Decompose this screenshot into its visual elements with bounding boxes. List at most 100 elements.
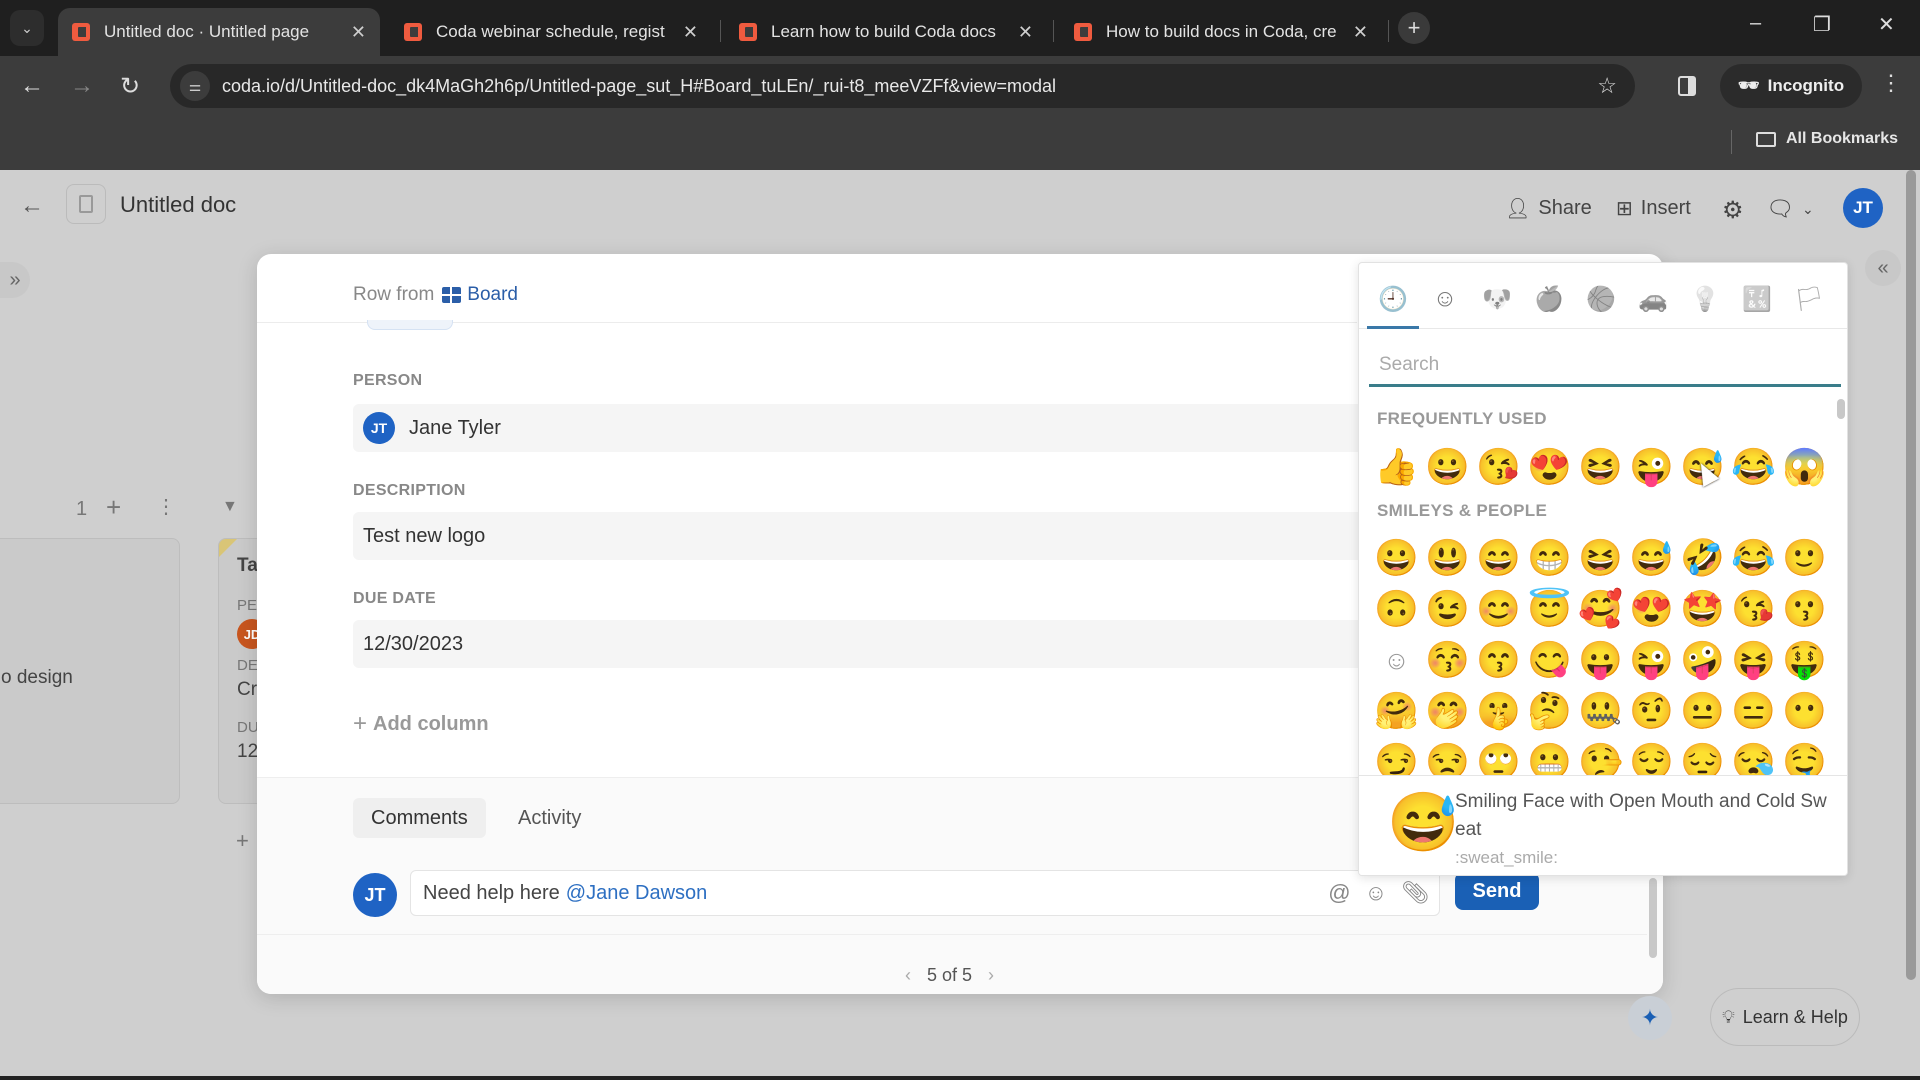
- emoji-button[interactable]: 🙂: [1779, 533, 1830, 583]
- reload-button[interactable]: ↻: [120, 72, 140, 101]
- all-bookmarks-button[interactable]: All Bookmarks: [1756, 130, 1898, 148]
- share-button[interactable]: 👤︎ Share: [1505, 196, 1592, 221]
- address-bar[interactable]: ⚌ coda.io/d/Untitled-doc_dk4MaGh2h6p/Unt…: [170, 64, 1635, 108]
- back-button[interactable]: ←: [20, 72, 44, 100]
- collapse-group-icon[interactable]: ▼: [222, 498, 238, 516]
- url-text[interactable]: coda.io/d/Untitled-doc_dk4MaGh2h6p/Untit…: [222, 76, 1056, 97]
- emoji-button[interactable]: 😱: [1779, 442, 1830, 492]
- browser-tab-1[interactable]: Untitled doc · Untitled page ✕: [58, 8, 380, 56]
- emoji-button[interactable]: 😐: [1677, 686, 1728, 736]
- emoji-button[interactable]: 😂: [1728, 533, 1779, 583]
- emoji-button[interactable]: 😀: [1371, 533, 1422, 583]
- category-travel-icon[interactable]: 🚗: [1635, 281, 1671, 317]
- emoji-button[interactable]: 😑: [1728, 686, 1779, 736]
- browser-menu-button[interactable]: ⋮: [1880, 70, 1902, 96]
- emoji-scrollbar[interactable]: [1837, 399, 1845, 419]
- category-animals-icon[interactable]: 🐶: [1479, 281, 1515, 317]
- doc-title[interactable]: Untitled doc: [120, 192, 236, 218]
- browser-tab-3[interactable]: Learn how to build Coda docs ✕: [725, 8, 1047, 56]
- emoji-button[interactable]: 😅: [1626, 533, 1677, 583]
- close-icon[interactable]: ✕: [351, 22, 366, 43]
- doc-page-icon[interactable]: [66, 184, 106, 224]
- emoji-button[interactable]: 😊: [1473, 584, 1524, 634]
- emoji-button[interactable]: 🤣: [1677, 533, 1728, 583]
- learn-help-button[interactable]: 💡︎ Learn & Help: [1710, 988, 1860, 1046]
- add-card-button[interactable]: +: [236, 828, 249, 854]
- browser-tab-4[interactable]: How to build docs in Coda, cre ✕: [1060, 8, 1382, 56]
- emoji-button[interactable]: 🤪: [1677, 635, 1728, 685]
- emoji-button[interactable]: 😶: [1779, 686, 1830, 736]
- tab-list-button[interactable]: ⌄: [10, 10, 44, 46]
- page-scrollbar[interactable]: [1906, 170, 1916, 980]
- emoji-button[interactable]: 🤐: [1575, 686, 1626, 736]
- emoji-button[interactable]: 😚: [1422, 635, 1473, 685]
- person-field[interactable]: JT Jane Tyler: [353, 404, 1363, 452]
- table-link[interactable]: Board: [442, 284, 518, 306]
- emoji-button[interactable]: 😛: [1575, 635, 1626, 685]
- browser-tab-2[interactable]: Coda webinar schedule, regist ✕: [390, 8, 712, 56]
- board-card[interactable]: o design: [0, 538, 180, 804]
- emoji-button[interactable]: 👍: [1371, 442, 1422, 492]
- emoji-button[interactable]: 🤑: [1779, 635, 1830, 685]
- category-flags-icon[interactable]: 🏳: [1791, 281, 1827, 317]
- emoji-button[interactable]: 😃: [1422, 533, 1473, 583]
- insert-button[interactable]: ⊞ Insert: [1616, 196, 1691, 221]
- emoji-button[interactable]: 🙃: [1371, 584, 1422, 634]
- side-panel-icon[interactable]: [1678, 76, 1696, 96]
- tab-comments[interactable]: Comments: [353, 798, 486, 838]
- close-icon[interactable]: ✕: [1353, 22, 1368, 43]
- close-icon[interactable]: ✕: [1018, 22, 1033, 43]
- category-symbols-icon[interactable]: 🔣: [1739, 281, 1775, 317]
- emoji-button[interactable]: 🤩: [1677, 584, 1728, 634]
- add-card-button[interactable]: +: [106, 492, 121, 523]
- comment-input[interactable]: Need help here @Jane Dawson @ ☺ 📎︎: [410, 870, 1440, 916]
- category-recent-icon[interactable]: 🕘: [1375, 281, 1411, 317]
- attachment-icon[interactable]: 📎︎: [1401, 880, 1429, 906]
- emoji-icon[interactable]: ☺: [1365, 880, 1387, 906]
- expand-sidebar-button[interactable]: »: [0, 262, 30, 298]
- category-objects-icon[interactable]: 💡: [1687, 281, 1723, 317]
- next-row-button[interactable]: ›: [988, 965, 994, 986]
- emoji-button[interactable]: 😍: [1524, 442, 1575, 492]
- ai-assistant-button[interactable]: ✦: [1628, 996, 1672, 1040]
- emoji-button[interactable]: 🤗: [1371, 686, 1422, 736]
- mention-icon[interactable]: @: [1328, 880, 1350, 906]
- emoji-button[interactable]: 🤫: [1473, 686, 1524, 736]
- emoji-button[interactable]: 🥰: [1575, 584, 1626, 634]
- user-avatar[interactable]: JT: [1843, 188, 1883, 228]
- minimize-button[interactable]: –: [1750, 12, 1761, 35]
- comments-scrollbar[interactable]: [1649, 878, 1657, 958]
- emoji-button[interactable]: 😋: [1524, 635, 1575, 685]
- emoji-button[interactable]: 😉: [1422, 584, 1473, 634]
- incognito-badge[interactable]: 🕶 Incognito: [1720, 64, 1863, 108]
- emoji-button[interactable]: 😗: [1779, 584, 1830, 634]
- settings-button[interactable]: ⚙: [1722, 196, 1744, 225]
- emoji-button[interactable]: 😁: [1524, 533, 1575, 583]
- due-date-field[interactable]: 12/30/2023: [353, 620, 1363, 668]
- emoji-search-input[interactable]: [1369, 345, 1841, 387]
- emoji-button[interactable]: 😜: [1626, 442, 1677, 492]
- emoji-button[interactable]: 😍: [1626, 584, 1677, 634]
- bookmark-star-icon[interactable]: ☆: [1597, 73, 1617, 99]
- doc-back-button[interactable]: ←: [20, 192, 44, 220]
- emoji-button[interactable]: 😘: [1473, 442, 1524, 492]
- close-icon[interactable]: ✕: [683, 22, 698, 43]
- description-field[interactable]: Test new logo: [353, 512, 1363, 560]
- collapse-panel-button[interactable]: «: [1865, 250, 1901, 286]
- mention-chip[interactable]: @Jane Dawson: [566, 882, 707, 905]
- category-food-icon[interactable]: 🍎: [1531, 281, 1567, 317]
- emoji-button[interactable]: 🤭: [1422, 686, 1473, 736]
- emoji-button[interactable]: 😂: [1728, 442, 1779, 492]
- emoji-button[interactable]: 😜: [1626, 635, 1677, 685]
- add-column-button[interactable]: + Add column: [353, 710, 489, 738]
- group-menu-button[interactable]: ⋮: [156, 494, 176, 519]
- emoji-button[interactable]: 😘: [1728, 584, 1779, 634]
- previous-row-button[interactable]: ‹: [905, 965, 911, 986]
- emoji-button[interactable]: 🤨: [1626, 686, 1677, 736]
- emoji-button[interactable]: 🤔: [1524, 686, 1575, 736]
- emoji-button[interactable]: 😆: [1575, 533, 1626, 583]
- forward-button[interactable]: →: [70, 72, 94, 100]
- new-tab-button[interactable]: +: [1398, 12, 1430, 44]
- emoji-button[interactable]: 😇: [1524, 584, 1575, 634]
- restore-button[interactable]: ❐: [1813, 12, 1831, 37]
